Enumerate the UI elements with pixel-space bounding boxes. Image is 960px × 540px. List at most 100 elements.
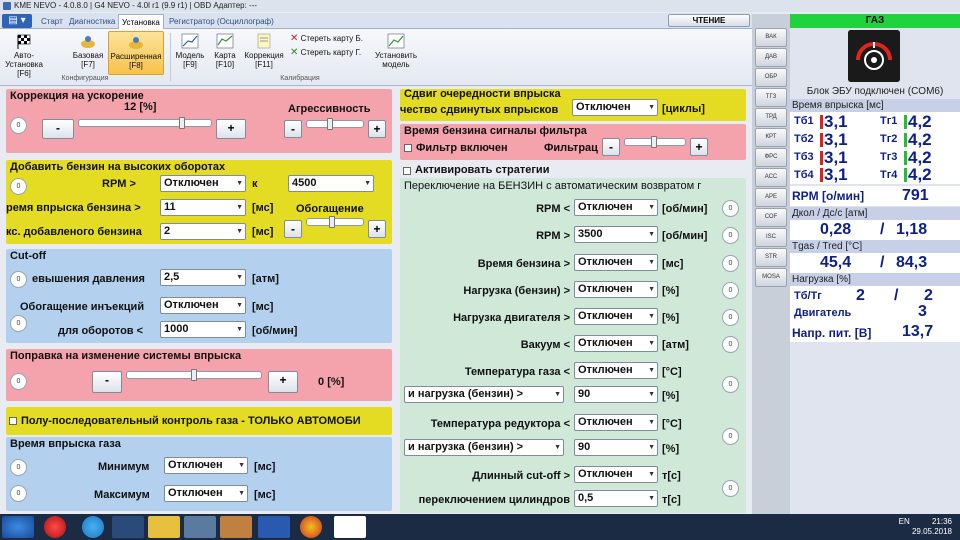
aggr-plus-button[interactable]: + bbox=[368, 120, 386, 138]
unit-percent: [%] bbox=[662, 390, 680, 402]
slider-thumb[interactable] bbox=[329, 216, 335, 228]
enrichment-label: Обогащение bbox=[296, 203, 364, 215]
strip-btn-acc[interactable]: АСС bbox=[755, 168, 787, 187]
switch-and-load2-value-select[interactable]: 90 ▼ bbox=[574, 439, 658, 456]
save-disk-icon[interactable] bbox=[258, 516, 290, 538]
extended-setup-button[interactable]: Расширенная [F8] bbox=[108, 31, 164, 75]
strip-btn-trd[interactable]: ТРД bbox=[755, 108, 787, 127]
skype-icon[interactable] bbox=[82, 516, 104, 538]
high-rpm-indicator: 0 bbox=[10, 178, 27, 195]
accel-plus-button[interactable]: + bbox=[216, 119, 246, 139]
notepad-icon[interactable] bbox=[184, 516, 216, 538]
cutoff-pressure-select[interactable]: 2,5 ▼ bbox=[160, 269, 246, 286]
strip-btn-krt[interactable]: КРТ bbox=[755, 128, 787, 147]
windows-start-icon[interactable] bbox=[2, 516, 34, 538]
high-rpm-rpm2-select[interactable]: 4500 ▼ bbox=[288, 175, 374, 192]
gas-inj-max-select[interactable]: Отключен ▼ bbox=[164, 485, 248, 502]
switch-and-load1-value-select[interactable]: 90 ▼ bbox=[574, 386, 658, 403]
set-model-button[interactable]: Установить модель bbox=[372, 31, 420, 75]
high-rpm-rpm-select[interactable]: Отключен ▼ bbox=[160, 175, 246, 192]
slider-thumb[interactable] bbox=[179, 117, 185, 129]
high-rpm-inj-select[interactable]: 11 ▼ bbox=[160, 199, 246, 216]
switch-and-load1-select[interactable]: и нагрузка (бензин) > ▼ bbox=[404, 386, 564, 403]
enrich-plus-button[interactable]: + bbox=[368, 220, 386, 238]
strip-btn-isc[interactable]: ISC bbox=[755, 228, 787, 247]
switch-engine-load-select[interactable]: Отключен ▼ bbox=[574, 308, 658, 325]
folder-icon[interactable] bbox=[148, 516, 180, 538]
switch-red-temp-indicator: 0 bbox=[722, 428, 739, 445]
tab-setup[interactable]: Установка bbox=[118, 14, 164, 29]
gas-inj-min-select[interactable]: Отключен ▼ bbox=[164, 457, 248, 474]
switch-rpm-gt-select[interactable]: 3500 ▼ bbox=[574, 226, 658, 243]
slider-thumb[interactable] bbox=[191, 369, 197, 381]
filter-minus-button[interactable]: - bbox=[602, 138, 620, 156]
seq-shift-select[interactable]: Отключен ▼ bbox=[572, 99, 658, 116]
switch-rpm-gt-indicator: 0 bbox=[722, 227, 739, 244]
model-button[interactable]: Модель [F9] bbox=[174, 31, 206, 75]
kme-app-icon[interactable] bbox=[220, 516, 252, 538]
strip-btn-ape[interactable]: АРЕ bbox=[755, 188, 787, 207]
high-rpm-max-select[interactable]: 2 ▼ bbox=[160, 223, 246, 240]
strip-btn-dav[interactable]: ДАВ bbox=[755, 48, 787, 67]
language-indicator[interactable]: EN bbox=[899, 517, 910, 526]
sys-change-minus-button[interactable]: - bbox=[92, 371, 122, 393]
strip-btn-str[interactable]: STR bbox=[755, 248, 787, 267]
basic-setup-button[interactable]: Базовая [F7] bbox=[70, 31, 106, 75]
switch-long-cut-select[interactable]: Отключен ▼ bbox=[574, 466, 658, 483]
tg1-label: Тг1 bbox=[880, 115, 898, 127]
read-button[interactable]: ЧТЕНИЕ bbox=[668, 14, 750, 27]
sys-change-slider[interactable] bbox=[126, 369, 262, 381]
unit-atm: [атм] bbox=[662, 339, 689, 351]
slider-thumb[interactable] bbox=[327, 118, 333, 130]
aggr-slider[interactable] bbox=[306, 118, 364, 130]
nevo-app-icon[interactable] bbox=[334, 516, 366, 538]
strategy-checkbox[interactable] bbox=[403, 167, 411, 175]
strip-btn-vak[interactable]: ВАК bbox=[755, 28, 787, 47]
map-chart-icon bbox=[216, 33, 234, 49]
enrich-minus-button[interactable]: - bbox=[284, 220, 302, 238]
switch-engine-load-indicator: 0 bbox=[722, 309, 739, 326]
unit-ms: [мс] bbox=[254, 489, 276, 501]
tab-recorder[interactable]: Регистратор (Осциллограф) bbox=[166, 14, 277, 29]
chevron-down-icon: ▼ bbox=[648, 340, 655, 347]
switch-rpm-lt-select[interactable]: Отключен ▼ bbox=[574, 199, 658, 216]
app-menu-button[interactable]: ▤ ▾ bbox=[2, 14, 32, 28]
chrome-icon[interactable] bbox=[300, 516, 322, 538]
filter-checkbox[interactable] bbox=[404, 144, 412, 152]
strip-btn-frs[interactable]: ФРС bbox=[755, 148, 787, 167]
opera-icon[interactable] bbox=[44, 516, 66, 538]
strip-btn-mosa[interactable]: MOSA bbox=[755, 268, 787, 287]
gas-inj-title: Время впрыска газа bbox=[10, 438, 121, 450]
strip-btn-tgz[interactable]: ТГЗ bbox=[755, 88, 787, 107]
erase-map-b-button[interactable]: ✕ Стереть карту Б. bbox=[290, 33, 363, 44]
switch-vacuum-select[interactable]: Отключен ▼ bbox=[574, 335, 658, 352]
switch-cyl-select[interactable]: 0,5 ▼ bbox=[574, 490, 658, 507]
semi-seq-checkbox[interactable] bbox=[9, 417, 17, 425]
tab-diagnostics[interactable]: Диагностика bbox=[66, 14, 118, 29]
cutoff-rpm-select[interactable]: 1000 ▼ bbox=[160, 321, 246, 338]
slider-thumb[interactable] bbox=[651, 136, 657, 148]
enrich-slider[interactable] bbox=[306, 216, 364, 228]
correction-button[interactable]: Коррекция [F11] bbox=[242, 31, 286, 75]
cutoff-enrich-select[interactable]: Отключен ▼ bbox=[160, 297, 246, 314]
switch-rpm-lt-label: RPM < bbox=[536, 203, 570, 215]
strip-btn-cof[interactable]: СОF bbox=[755, 208, 787, 227]
app-icon[interactable] bbox=[112, 516, 144, 538]
switch-and-load2-select[interactable]: и нагрузка (бензин) > ▼ bbox=[404, 439, 564, 456]
map-button[interactable]: Карта [F10] bbox=[210, 31, 240, 75]
accel-minus-button[interactable]: - bbox=[42, 119, 74, 139]
aggr-minus-button[interactable]: - bbox=[284, 120, 302, 138]
erase-map-g-button[interactable]: ✕ Стереть карту Г. bbox=[290, 47, 361, 58]
filter-plus-button[interactable]: + bbox=[690, 138, 708, 156]
switch-gas-temp-select[interactable]: Отключен ▼ bbox=[574, 362, 658, 379]
auto-setup-button[interactable]: Авто-Установка [F6] bbox=[4, 31, 44, 78]
switch-petrol-time-select[interactable]: Отключен ▼ bbox=[574, 254, 658, 271]
filter-slider[interactable] bbox=[624, 136, 686, 148]
strip-btn-obr[interactable]: ОБР bbox=[755, 68, 787, 87]
accel-slider[interactable] bbox=[78, 117, 212, 129]
cutoff-indicator-2: 0 bbox=[10, 315, 27, 332]
sys-change-plus-button[interactable]: + bbox=[268, 371, 298, 393]
switch-red-temp-select[interactable]: Отключен ▼ bbox=[574, 414, 658, 431]
tab-start[interactable]: Старт bbox=[38, 14, 66, 29]
switch-load-petrol-select[interactable]: Отключен ▼ bbox=[574, 281, 658, 298]
